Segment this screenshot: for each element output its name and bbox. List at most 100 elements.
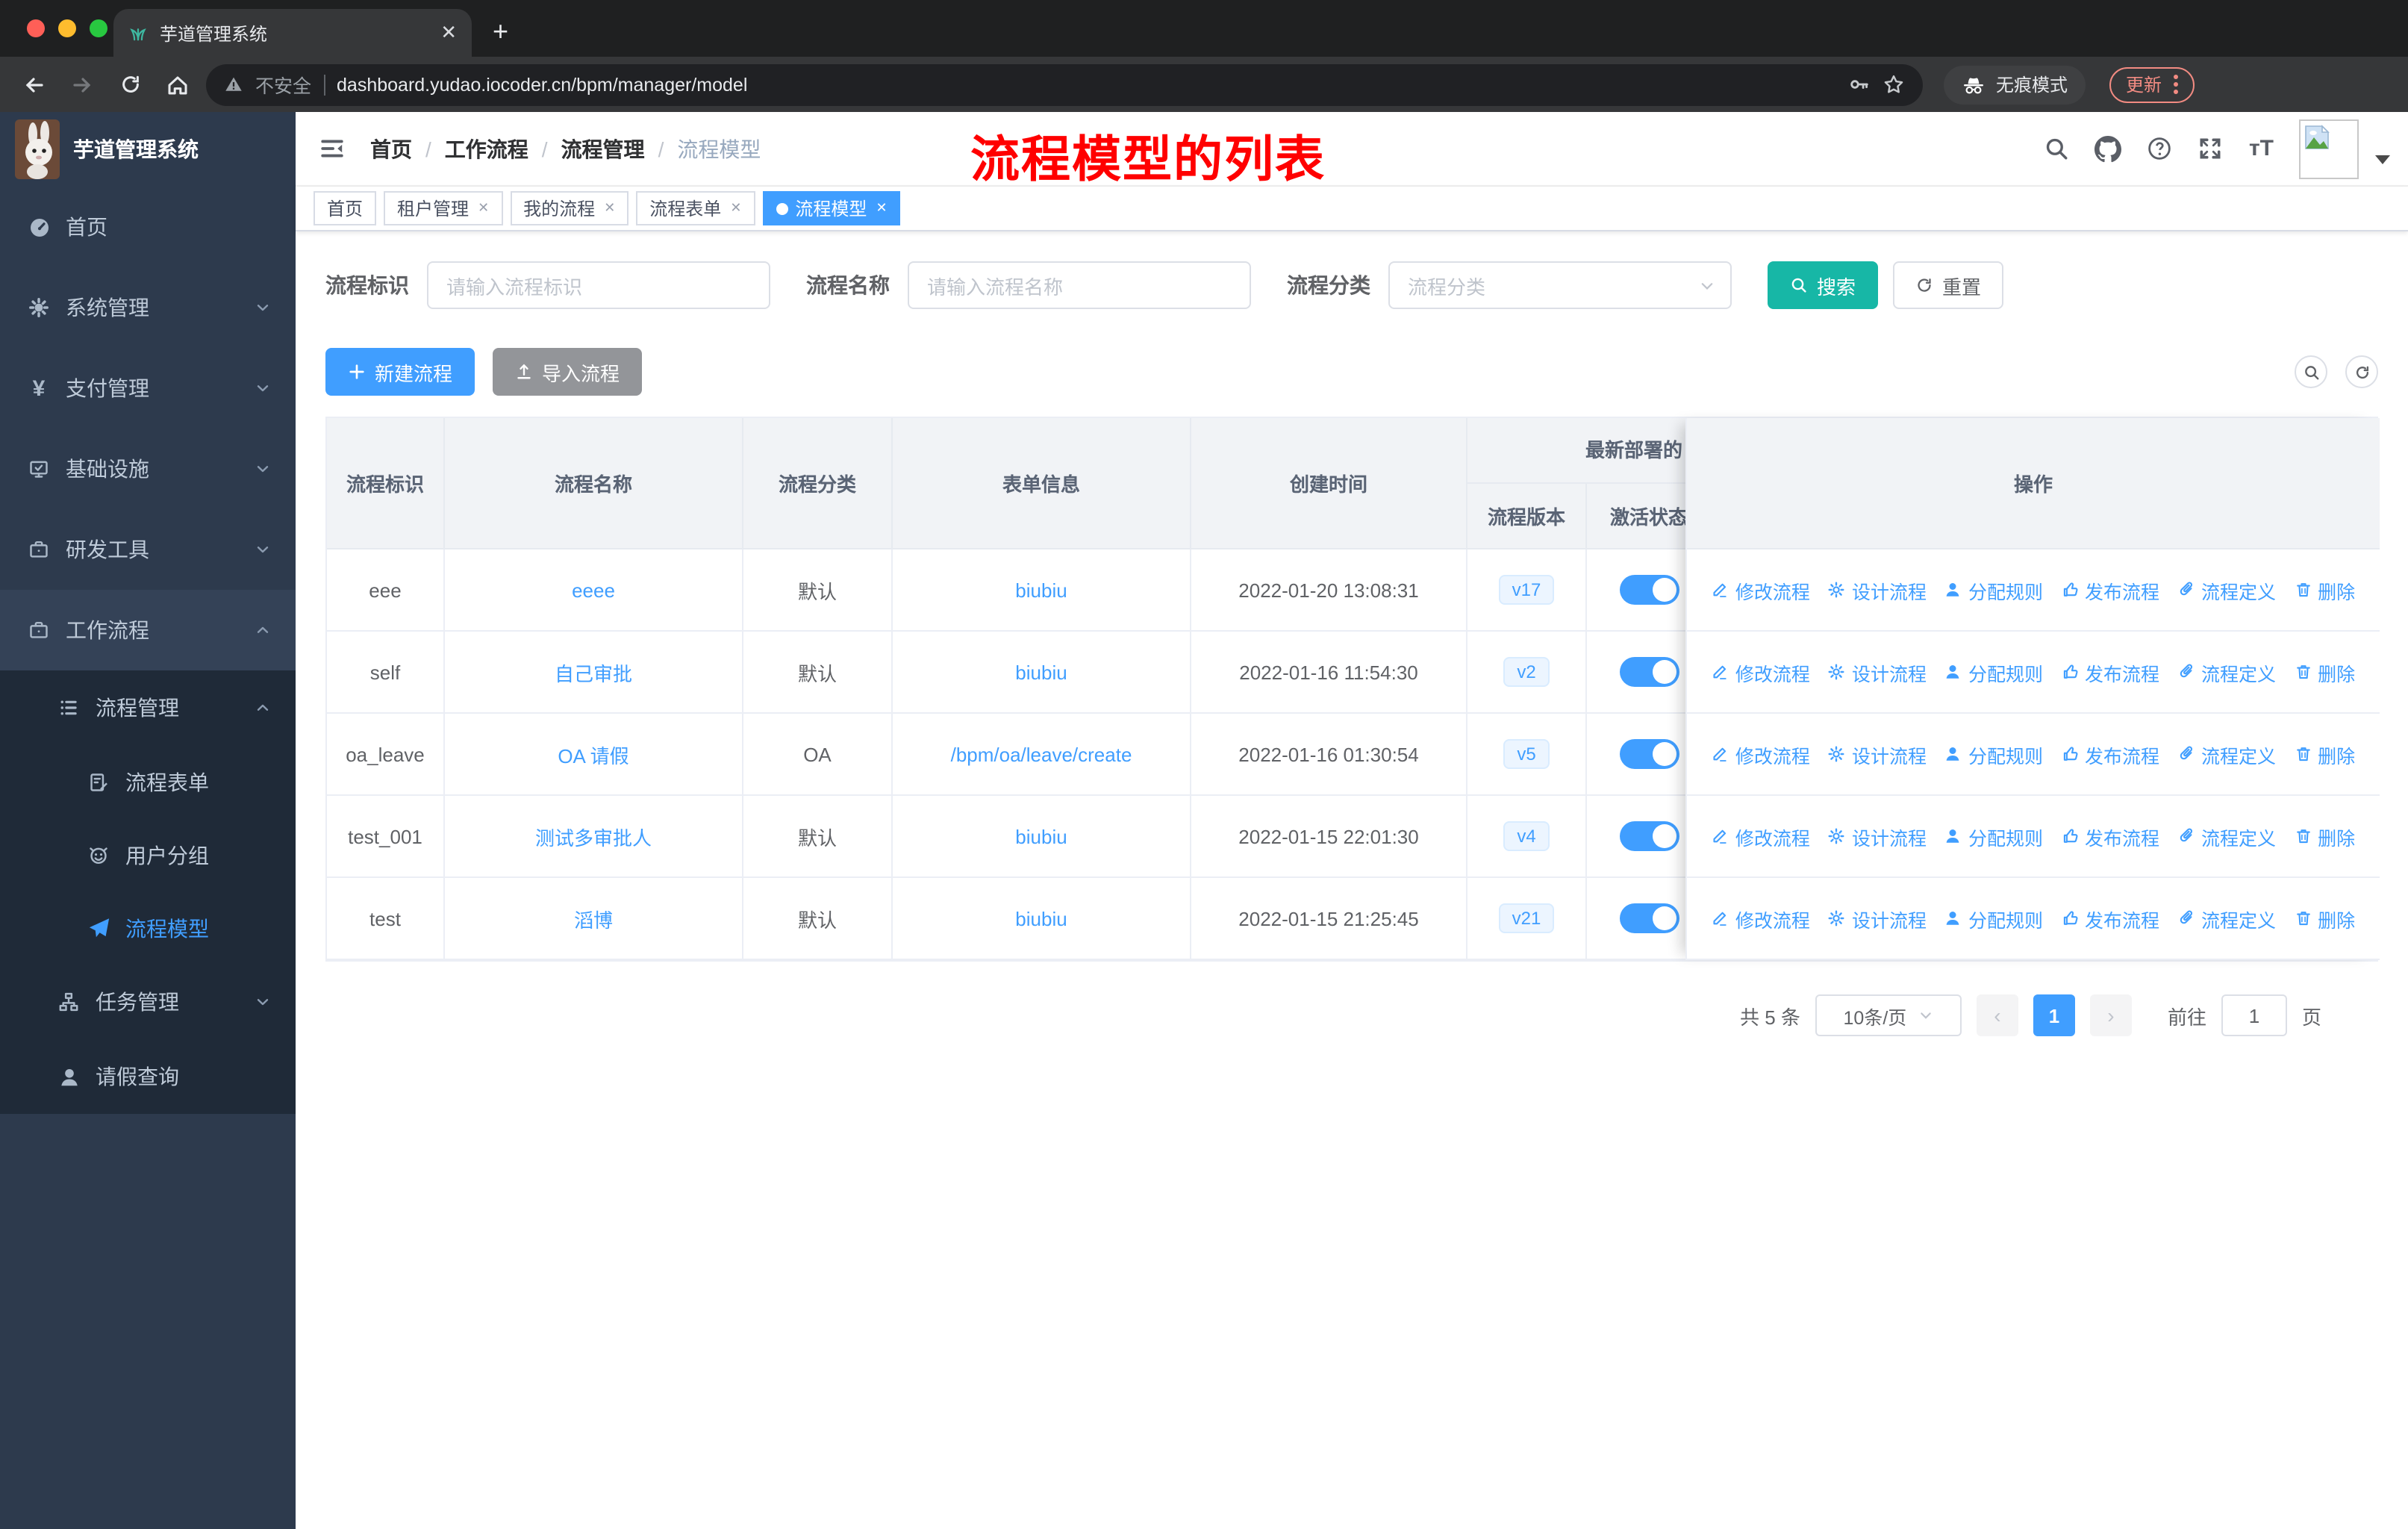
breadcrumb-工作流程[interactable]: 工作流程 bbox=[445, 134, 528, 164]
form-info-link[interactable]: biubiu bbox=[1015, 579, 1067, 601]
action-设计流程[interactable]: 设计流程 bbox=[1828, 658, 1927, 686]
action-删除[interactable]: 删除 bbox=[2294, 658, 2355, 686]
breadcrumb-首页[interactable]: 首页 bbox=[370, 134, 412, 164]
action-设计流程[interactable]: 设计流程 bbox=[1828, 740, 1927, 768]
search-icon[interactable] bbox=[2044, 136, 2070, 161]
new-tab-button[interactable]: + bbox=[493, 16, 508, 48]
action-修改流程[interactable]: 修改流程 bbox=[1712, 822, 1810, 850]
prev-page-button[interactable]: ‹ bbox=[1976, 994, 2018, 1036]
action-修改流程[interactable]: 修改流程 bbox=[1712, 658, 1810, 686]
page-size-select[interactable]: 10条/页 bbox=[1815, 994, 1962, 1036]
window-controls[interactable] bbox=[27, 19, 107, 37]
filter-input[interactable]: 请输入流程名称 bbox=[908, 261, 1251, 309]
sidebar-item-用户分组[interactable]: 用户分组 bbox=[0, 818, 296, 891]
browser-menu-icon[interactable] bbox=[2174, 75, 2179, 94]
search-button[interactable]: 搜索 bbox=[1768, 261, 1879, 309]
form-info-link[interactable]: biubiu bbox=[1015, 825, 1067, 847]
tag-close-icon[interactable]: ✕ bbox=[730, 200, 741, 217]
back-icon[interactable] bbox=[15, 65, 54, 104]
sidebar-item-流程模型[interactable]: 流程模型 bbox=[0, 891, 296, 965]
action-流程定义[interactable]: 流程定义 bbox=[2177, 822, 2276, 850]
action-设计流程[interactable]: 设计流程 bbox=[1828, 576, 1927, 604]
sidebar-item-基础设施[interactable]: 基础设施 bbox=[0, 429, 296, 509]
sidebar-item-请假查询[interactable]: 请假查询 bbox=[0, 1039, 296, 1114]
sidebar-item-研发工具[interactable]: 研发工具 bbox=[0, 509, 296, 590]
tag-close-icon[interactable]: ✕ bbox=[604, 200, 615, 217]
action-流程定义[interactable]: 流程定义 bbox=[2177, 658, 2276, 686]
action-修改流程[interactable]: 修改流程 bbox=[1712, 576, 1810, 604]
help-icon[interactable] bbox=[2147, 136, 2173, 161]
form-info-link[interactable]: /bpm/oa/leave/create bbox=[951, 743, 1132, 765]
action-设计流程[interactable]: 设计流程 bbox=[1828, 904, 1927, 932]
category-select[interactable]: 流程分类 bbox=[1388, 261, 1732, 309]
process-name-link[interactable]: OA 请假 bbox=[558, 740, 628, 768]
version-badge[interactable]: v17 bbox=[1498, 575, 1555, 605]
version-badge[interactable]: v2 bbox=[1503, 657, 1550, 687]
tag-租户管理[interactable]: 租户管理 ✕ bbox=[384, 191, 503, 225]
active-toggle[interactable] bbox=[1619, 575, 1679, 605]
reload-icon[interactable] bbox=[110, 65, 149, 104]
active-toggle[interactable] bbox=[1619, 657, 1679, 687]
security-label[interactable]: 不安全 bbox=[255, 70, 311, 99]
sidebar-item-首页[interactable]: 首页 bbox=[0, 187, 296, 267]
tag-流程表单[interactable]: 流程表单 ✕ bbox=[636, 191, 755, 225]
action-修改流程[interactable]: 修改流程 bbox=[1712, 904, 1810, 932]
process-name-link[interactable]: 测试多审批人 bbox=[535, 822, 652, 850]
tag-流程模型[interactable]: 流程模型 ✕ bbox=[762, 191, 901, 225]
action-分配规则[interactable]: 分配规则 bbox=[1944, 740, 2043, 768]
sidebar-item-工作流程[interactable]: 工作流程 bbox=[0, 590, 296, 670]
url-text[interactable]: dashboard.yudao.iocoder.cn/bpm/manager/m… bbox=[337, 74, 1836, 95]
breadcrumb-流程管理[interactable]: 流程管理 bbox=[561, 134, 645, 164]
import-process-button[interactable]: 导入流程 bbox=[493, 348, 643, 396]
avatar-caret-icon[interactable] bbox=[2375, 155, 2390, 164]
font-size-icon[interactable]: ᴛT bbox=[2249, 136, 2274, 161]
action-修改流程[interactable]: 修改流程 bbox=[1712, 740, 1810, 768]
active-toggle[interactable] bbox=[1619, 739, 1679, 769]
active-toggle[interactable] bbox=[1619, 821, 1679, 851]
action-删除[interactable]: 删除 bbox=[2294, 740, 2355, 768]
action-流程定义[interactable]: 流程定义 bbox=[2177, 740, 2276, 768]
action-发布流程[interactable]: 发布流程 bbox=[2061, 740, 2159, 768]
filter-input[interactable]: 请输入流程标识 bbox=[427, 261, 770, 309]
zoom-window-button[interactable] bbox=[90, 19, 107, 37]
home-icon[interactable] bbox=[158, 65, 197, 104]
sidebar-item-任务管理[interactable]: 任务管理 bbox=[0, 965, 296, 1039]
address-bar[interactable]: 不安全 dashboard.yudao.iocoder.cn/bpm/manag… bbox=[206, 63, 1923, 105]
sidebar-item-流程管理[interactable]: 流程管理 bbox=[0, 670, 296, 745]
action-删除[interactable]: 删除 bbox=[2294, 822, 2355, 850]
active-toggle[interactable] bbox=[1619, 903, 1679, 933]
fullscreen-icon[interactable] bbox=[2198, 136, 2224, 161]
process-name-link[interactable]: 滔博 bbox=[574, 904, 613, 932]
action-分配规则[interactable]: 分配规则 bbox=[1944, 658, 2043, 686]
show-search-icon[interactable] bbox=[2295, 355, 2327, 388]
tab-close-icon[interactable]: ✕ bbox=[440, 21, 457, 45]
process-name-link[interactable]: 自己审批 bbox=[555, 658, 632, 686]
sidebar-item-系统管理[interactable]: 系统管理 bbox=[0, 267, 296, 348]
current-page-button[interactable]: 1 bbox=[2033, 994, 2075, 1036]
version-badge[interactable]: v21 bbox=[1498, 903, 1555, 933]
refresh-table-icon[interactable] bbox=[2345, 355, 2378, 388]
form-info-link[interactable]: biubiu bbox=[1015, 661, 1067, 683]
sidebar-item-流程表单[interactable]: 流程表单 bbox=[0, 745, 296, 818]
forward-icon[interactable] bbox=[63, 65, 102, 104]
action-发布流程[interactable]: 发布流程 bbox=[2061, 904, 2159, 932]
action-发布流程[interactable]: 发布流程 bbox=[2061, 822, 2159, 850]
update-button[interactable]: 更新 bbox=[2109, 66, 2195, 102]
action-流程定义[interactable]: 流程定义 bbox=[2177, 904, 2276, 932]
security-warning-icon[interactable] bbox=[224, 75, 243, 94]
next-page-button[interactable]: › bbox=[2089, 994, 2132, 1036]
tag-close-icon[interactable]: ✕ bbox=[876, 200, 887, 217]
browser-tab[interactable]: 芋道管理系统 ✕ bbox=[113, 9, 472, 57]
close-window-button[interactable] bbox=[27, 19, 45, 37]
action-发布流程[interactable]: 发布流程 bbox=[2061, 576, 2159, 604]
tag-我的流程[interactable]: 我的流程 ✕ bbox=[510, 191, 629, 225]
action-分配规则[interactable]: 分配规则 bbox=[1944, 904, 2043, 932]
goto-page-input[interactable]: 1 bbox=[2221, 994, 2287, 1036]
action-分配规则[interactable]: 分配规则 bbox=[1944, 576, 2043, 604]
action-删除[interactable]: 删除 bbox=[2294, 576, 2355, 604]
app-logo[interactable]: 芋道管理系统 bbox=[0, 112, 296, 187]
version-badge[interactable]: v5 bbox=[1503, 739, 1550, 769]
tag-首页[interactable]: 首页 bbox=[314, 191, 377, 225]
action-发布流程[interactable]: 发布流程 bbox=[2061, 658, 2159, 686]
github-icon[interactable] bbox=[2094, 135, 2122, 162]
